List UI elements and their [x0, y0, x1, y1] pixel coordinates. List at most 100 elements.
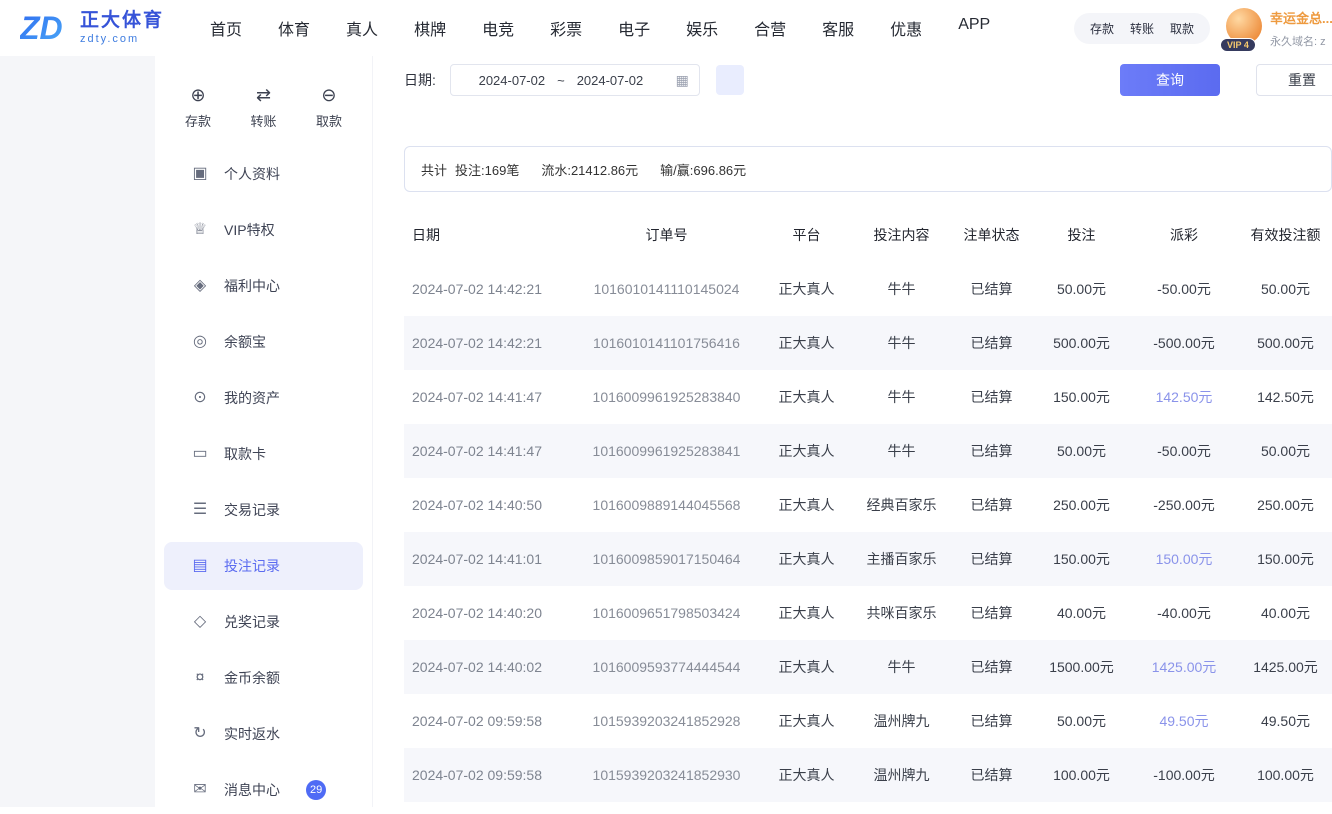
table-row: 2024-07-02 14:41:47 1016009961925283841 …: [404, 424, 1332, 478]
cell-bet-content: 牛牛: [854, 333, 949, 353]
cell-valid-amount: 49.50元: [1239, 711, 1332, 731]
cell-valid-amount: 500.00元: [1239, 333, 1332, 353]
summary-winloss: 输/赢:696.86元: [660, 160, 746, 179]
cell-bet-content: 共咪百家乐: [854, 603, 949, 623]
vip-badge: VIP 4: [1220, 38, 1256, 52]
table-row: 2024-07-02 14:41:01 1016009859017150464 …: [404, 532, 1332, 586]
nav-item[interactable]: 客服: [822, 16, 854, 40]
cell-bet-amount: 1500.00元: [1034, 657, 1129, 677]
cell-date: 2024-07-02 14:41:47: [404, 443, 574, 459]
column-header: 投注内容: [854, 225, 949, 245]
quick-action[interactable]: ⊕ 存款: [185, 86, 211, 130]
table-row: 2024-07-02 14:40:02 1016009593774444544 …: [404, 640, 1332, 694]
summary-prefix: 共计: [421, 160, 447, 179]
sidebar-item-yuebao[interactable]: ◎ 余额宝: [164, 318, 363, 366]
sidebar-item-benefits[interactable]: ◈ 福利中心: [164, 262, 363, 310]
nav-item[interactable]: 真人: [346, 16, 378, 40]
cell-payout: 142.50元: [1129, 387, 1239, 407]
profile-icon: ▣: [190, 166, 210, 182]
quick-range-button[interactable]: [818, 65, 846, 95]
sidebar-item-label: 兑奖记录: [224, 612, 280, 632]
nav-item[interactable]: 合营: [754, 16, 786, 40]
table-header-row: 日期订单号平台投注内容注单状态投注派彩有效投注额: [404, 208, 1332, 262]
nav-item[interactable]: 娱乐: [686, 16, 718, 40]
cell-order-number: 1016009651798503424: [574, 605, 759, 621]
cell-date: 2024-07-02 14:40:50: [404, 497, 574, 513]
left-gutter: [0, 56, 155, 807]
date-filter-label: 日期:: [404, 70, 436, 90]
sidebar-item-profile[interactable]: ▣ 个人资料: [164, 150, 363, 198]
cell-date: 2024-07-02 09:59:58: [404, 767, 574, 783]
cell-platform: 正大真人: [759, 603, 854, 623]
cell-platform: 正大真人: [759, 441, 854, 461]
sidebar-quick-actions: ⊕ 存款 ⇄ 转账 ⊖ 取款: [155, 56, 372, 130]
header-quick-link[interactable]: 转账: [1130, 20, 1154, 37]
avatar[interactable]: VIP 4: [1226, 8, 1262, 44]
table-row: 2024-07-02 14:40:20 1016009651798503424 …: [404, 586, 1332, 640]
sidebar-item-assets[interactable]: ⊙ 我的资产: [164, 374, 363, 422]
calendar-icon[interactable]: ▦: [676, 72, 689, 89]
date-range-input[interactable]: 2024-07-02 ~ 2024-07-02 ▦: [450, 64, 700, 96]
gift-icon: ◈: [190, 278, 210, 294]
cell-valid-amount: 50.00元: [1239, 441, 1332, 461]
sidebar-item-label: 投注记录: [224, 556, 280, 576]
quick-range-button[interactable]: [784, 65, 812, 95]
header-right: 存款转账取款 VIP 4 幸运金总... 永久域名: z: [1074, 8, 1332, 49]
sidebar-item-vip[interactable]: ♕ VIP特权: [164, 206, 363, 254]
cell-platform: 正大真人: [759, 765, 854, 785]
table-row: 2024-07-02 09:59:58 1015939203241852930 …: [404, 748, 1332, 802]
nav-item[interactable]: 棋牌: [414, 16, 446, 40]
cell-platform: 正大真人: [759, 279, 854, 299]
sidebar-item-label: 余额宝: [224, 332, 266, 352]
cell-status: 已结算: [949, 711, 1034, 731]
nav-item[interactable]: 优惠: [890, 16, 922, 40]
user-block: VIP 4 幸运金总... 永久域名: z: [1226, 8, 1332, 49]
reset-button[interactable]: 重置: [1256, 64, 1332, 96]
quick-action[interactable]: ⊖ 取款: [316, 86, 342, 130]
deposit-icon: ⊕: [190, 86, 205, 104]
nav-item[interactable]: 首页: [210, 16, 242, 40]
sidebar-item-gold-balance[interactable]: ¤ 金币余额: [164, 654, 363, 702]
quick-action-label: 取款: [316, 111, 342, 130]
query-button[interactable]: 查询: [1120, 64, 1220, 96]
table-row: 2024-07-02 14:42:21 1016010141110145024 …: [404, 262, 1332, 316]
quick-range-button[interactable]: [750, 65, 778, 95]
cell-date: 2024-07-02 09:59:58: [404, 713, 574, 729]
sidebar-item-transactions[interactable]: ☰ 交易记录: [164, 486, 363, 534]
cell-order-number: 1016010141101756416: [574, 335, 759, 351]
cell-date: 2024-07-02 14:42:21: [404, 281, 574, 297]
cell-bet-amount: 250.00元: [1034, 495, 1129, 515]
nav-item[interactable]: 彩票: [550, 16, 582, 40]
nav-item[interactable]: 电竞: [482, 16, 514, 40]
quick-action[interactable]: ⇄ 转账: [250, 86, 276, 130]
cell-platform: 正大真人: [759, 711, 854, 731]
sidebar-item-redeem-records[interactable]: ◇ 兑奖记录: [164, 598, 363, 646]
summary-bar: 共计 投注:169笔 流水:21412.86元 输/赢:696.86元: [404, 146, 1332, 192]
cell-bet-amount: 500.00元: [1034, 333, 1129, 353]
assets-icon: ⊙: [190, 390, 210, 406]
sidebar-item-label: 实时返水: [224, 724, 280, 744]
cell-bet-amount: 50.00元: [1034, 441, 1129, 461]
brand-logo[interactable]: ZD 正大体育 zdty.com: [20, 8, 164, 48]
transactions-icon: ☰: [190, 502, 210, 518]
column-header: 日期: [404, 225, 574, 245]
quick-range-button[interactable]: [716, 65, 744, 95]
cell-bet-amount: 50.00元: [1034, 711, 1129, 731]
nav-item[interactable]: APP: [958, 16, 990, 40]
cell-platform: 正大真人: [759, 657, 854, 677]
sidebar-item-rebate[interactable]: ↻ 实时返水: [164, 710, 363, 758]
cell-order-number: 1015939203241852928: [574, 713, 759, 729]
cell-order-number: 1016009859017150464: [574, 551, 759, 567]
header-quick-link[interactable]: 存款: [1090, 20, 1114, 37]
domain-note: 永久域名: z: [1270, 33, 1332, 49]
cell-date: 2024-07-02 14:42:21: [404, 335, 574, 351]
cell-valid-amount: 250.00元: [1239, 495, 1332, 515]
sidebar-item-withdraw-card[interactable]: ▭ 取款卡: [164, 430, 363, 478]
header-quick-link[interactable]: 取款: [1170, 20, 1194, 37]
nav-item[interactable]: 电子: [618, 16, 650, 40]
nav-item[interactable]: 体育: [278, 16, 310, 40]
sidebar-item-bet-records[interactable]: ▤ 投注记录: [164, 542, 363, 590]
sidebar-menu: ▣ 个人资料 ♕ VIP特权 ◈ 福利中心 ◎ 余额宝 ⊙: [155, 150, 372, 814]
header-quick-links: 存款转账取款: [1074, 13, 1210, 44]
unread-badge: 29: [306, 780, 326, 800]
